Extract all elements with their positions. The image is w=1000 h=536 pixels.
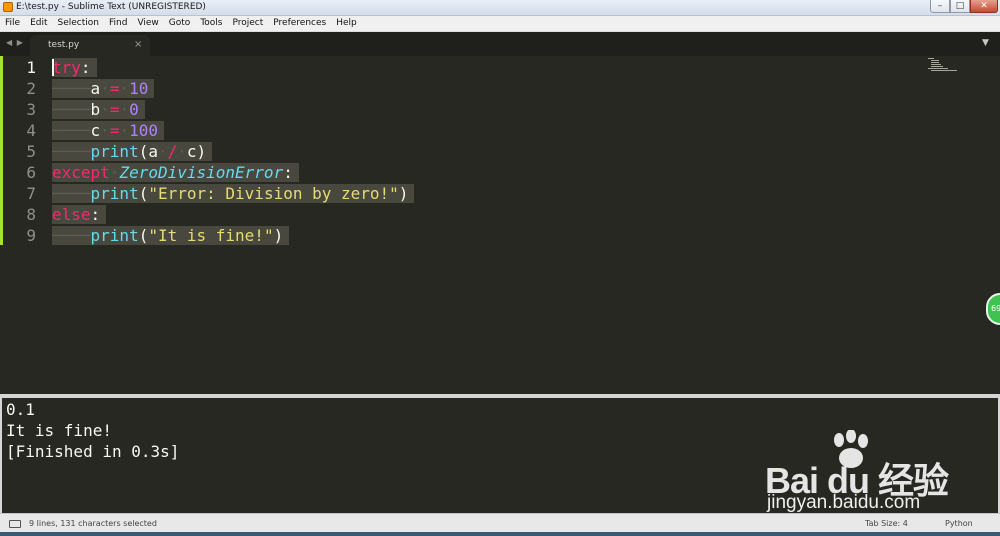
punctuation-token: )	[273, 226, 284, 245]
string-token: "It is fine!"	[148, 226, 274, 245]
close-button[interactable]: ✕	[970, 0, 998, 13]
variable-token: b	[90, 100, 101, 119]
menu-goto[interactable]: Goto	[164, 16, 196, 31]
code-editor[interactable]: 1 2 3 4 5 6 7 8 9 try: ────a·=·10 ────b·…	[0, 56, 1000, 394]
menu-project[interactable]: Project	[227, 16, 268, 31]
tab-nav-arrows-icon[interactable]: ◀ ▶	[6, 38, 24, 47]
tab-close-icon[interactable]: ×	[134, 39, 142, 50]
title-bar: E:\test.py - Sublime Text (UNREGISTERED)…	[0, 0, 1000, 16]
sublime-app-icon	[3, 2, 13, 12]
punctuation-token: (	[138, 226, 149, 245]
keyword-token: try	[52, 58, 81, 77]
code-line-4: ────c·=·100	[52, 121, 164, 140]
output-line: It is fine!	[6, 421, 112, 440]
keyword-token: else	[52, 205, 91, 224]
selection-status: 9 lines, 131 characters selected	[29, 519, 157, 528]
operator-token: =	[109, 100, 120, 119]
line-number: 5	[26, 142, 36, 161]
function-token: print	[90, 142, 139, 161]
punctuation-token: :	[283, 163, 293, 182]
number-token: 100	[129, 121, 158, 140]
console-toggle-icon[interactable]	[9, 520, 21, 528]
punctuation-token: c)	[186, 142, 207, 161]
variable-token: a	[90, 79, 101, 98]
class-token: ZeroDivisionError	[119, 163, 284, 182]
menu-selection[interactable]: Selection	[53, 16, 104, 31]
tab-dropdown-icon[interactable]: ▼	[982, 38, 989, 48]
window-title: E:\test.py - Sublime Text (UNREGISTERED)	[16, 2, 206, 12]
output-line: 0.1	[6, 400, 35, 419]
floating-badge-icon[interactable]: 69	[986, 293, 1000, 325]
punctuation-token: (a	[138, 142, 158, 161]
operator-token: =	[109, 79, 120, 98]
line-number: 2	[26, 79, 36, 98]
menu-view[interactable]: View	[132, 16, 163, 31]
menu-tools[interactable]: Tools	[195, 16, 227, 31]
code-line-2: ────a·=·10	[52, 79, 155, 98]
minimize-button[interactable]: –	[930, 0, 950, 13]
keyword-token: except	[52, 163, 110, 182]
number-token: 0	[129, 100, 139, 119]
maximize-button[interactable]: □	[950, 0, 970, 13]
tab-label: test.py	[48, 40, 80, 50]
line-number: 7	[26, 184, 36, 203]
taskbar-edge	[0, 532, 1000, 536]
line-number: 6	[26, 163, 36, 182]
code-line-7: ────print("Error: Division by zero!")	[52, 184, 415, 203]
code-line-9: ────print("It is fine!")	[52, 226, 290, 245]
punctuation-token: :	[80, 58, 91, 77]
string-token: "Error: Division by zero!"	[148, 184, 399, 203]
menu-find[interactable]: Find	[104, 16, 132, 31]
watermark-url: jingyan.baidu.com	[767, 492, 921, 513]
tab-test-py[interactable]: test.py ×	[30, 35, 150, 56]
line-number: 9	[26, 226, 36, 245]
text-caret	[52, 59, 54, 76]
operator-token: =	[109, 121, 120, 140]
code-line-8: else:	[52, 205, 107, 224]
code-line-6: except·ZeroDivisionError:	[52, 163, 299, 182]
tab-size-selector[interactable]: Tab Size: 4	[865, 519, 908, 528]
line-number: 4	[26, 121, 36, 140]
line-number: 8	[26, 205, 36, 224]
syntax-selector[interactable]: Python	[945, 519, 973, 528]
punctuation-token: :	[90, 205, 101, 224]
variable-token: c	[90, 121, 101, 140]
baidu-jingyan-watermark: Bai du 经验 jingyan.baidu.com	[765, 430, 965, 515]
menu-preferences[interactable]: Preferences	[268, 16, 331, 31]
function-token: print	[90, 226, 139, 245]
menu-help[interactable]: Help	[331, 16, 362, 31]
number-token: 10	[129, 79, 149, 98]
tab-bar: ◀ ▶ test.py × ▼	[0, 32, 1000, 56]
code-line-3: ────b·=·0	[52, 100, 145, 119]
line-number: 1	[26, 58, 36, 77]
line-number: 3	[26, 100, 36, 119]
menu-edit[interactable]: Edit	[25, 16, 52, 31]
punctuation-token: )	[398, 184, 409, 203]
menu-bar: File Edit Selection Find View Goto Tools…	[0, 16, 1000, 32]
code-line-5: ────print(a·/·c)	[52, 142, 213, 161]
code-line-1: try:	[52, 58, 97, 77]
output-line: [Finished in 0.3s]	[6, 442, 180, 461]
punctuation-token: (	[138, 184, 149, 203]
menu-file[interactable]: File	[0, 16, 25, 31]
operator-token: /	[167, 142, 178, 161]
function-token: print	[90, 184, 139, 203]
minimap[interactable]	[928, 58, 957, 72]
